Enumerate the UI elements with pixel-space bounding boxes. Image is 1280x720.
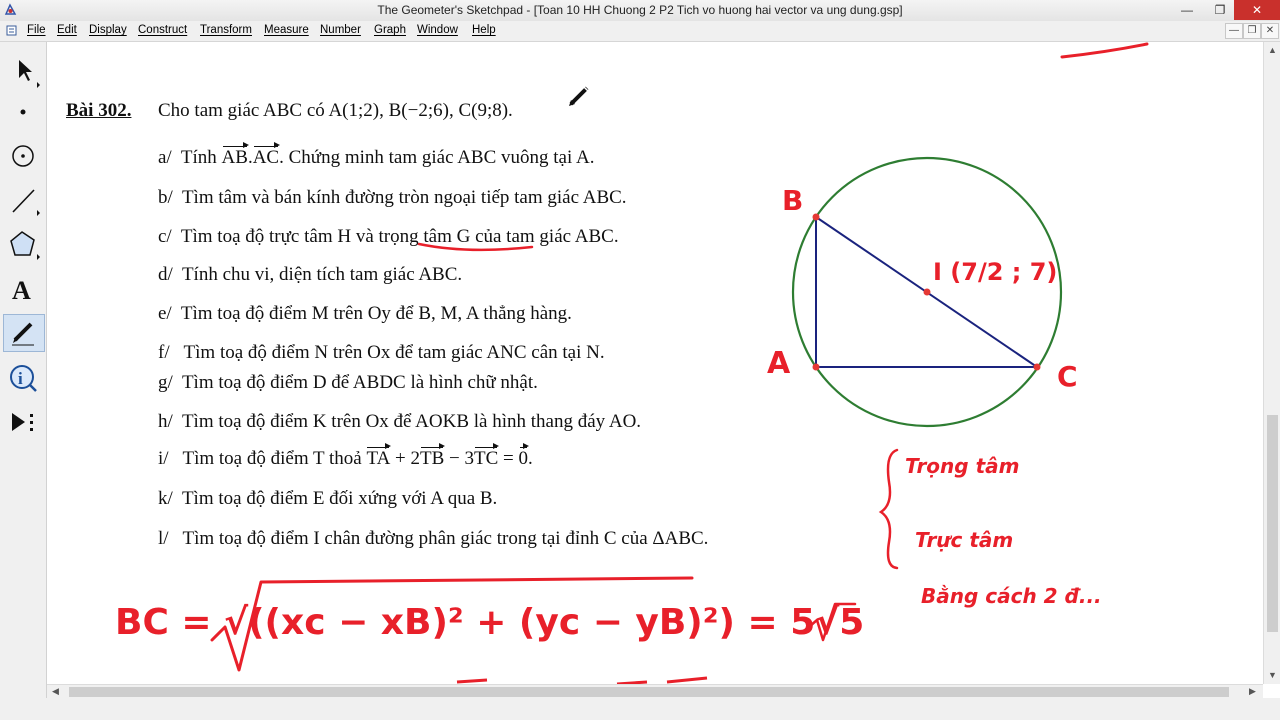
point-i[interactable] [923,288,931,296]
scroll-left-arrow-icon[interactable]: ◀ [52,686,59,697]
formula-bc: BC = √((xc − xB)² + (yc − yB)²) = 5√5 [115,602,865,643]
straightedge-tool[interactable] [3,182,43,218]
polygon-icon [10,231,40,260]
menu-bar: File Edit Display Construct Transform Me… [0,21,1280,42]
horizontal-scroll-thumb[interactable] [69,687,1229,697]
note-truc-tam: Trực tâm [915,528,1014,552]
menu-edit[interactable]: Edit [57,24,77,36]
note-trong-tam: Trọng tâm [905,454,1020,478]
custom-tools-icon [12,413,33,431]
menu-help[interactable]: Help [472,24,496,36]
point-tool[interactable] [3,94,43,130]
menu-construct[interactable]: Construct [138,24,187,36]
svg-text:A: A [12,276,31,305]
close-button[interactable]: ✕ [1234,0,1280,20]
menu-window[interactable]: Window [417,24,458,36]
polygon-tool[interactable] [3,226,43,262]
status-bar [0,698,1280,720]
marker-tool[interactable] [3,314,45,352]
menu-measure[interactable]: Measure [264,24,309,36]
vertical-scroll-thumb[interactable] [1267,415,1278,632]
restore-button[interactable]: ❐ [1205,0,1235,20]
ink-underline [417,242,534,252]
point-c[interactable] [1033,363,1041,371]
scroll-down-arrow-icon[interactable]: ▼ [1268,670,1277,680]
compass-tool[interactable] [3,138,43,174]
pen-cursor [569,85,591,106]
doc-restore-button[interactable]: ❐ [1243,23,1261,39]
text-a-icon: A [12,276,31,305]
compass-icon [12,145,34,167]
ink-brace [878,448,899,570]
label-c: C [1057,360,1078,393]
ink-stroke-top [1060,42,1149,59]
label-a: A [767,346,791,381]
pen-icon [12,322,34,346]
custom-tools[interactable] [3,404,43,440]
doc-minimize-button[interactable]: — [1225,23,1243,39]
scroll-up-arrow-icon[interactable]: ▲ [1268,45,1277,55]
text-tool[interactable]: A [3,270,43,306]
point-b[interactable] [812,213,820,221]
label-center-i: I (7/2 ; 7) [933,258,1058,286]
information-tool[interactable]: i [3,360,43,396]
title-bar: The Geometer's Sketchpad - [Toan 10 HH C… [0,0,1280,22]
vertical-scrollbar[interactable]: ▲ ▼ [1263,42,1280,684]
minimize-button[interactable]: — [1172,0,1202,20]
svg-text:i: i [18,369,23,388]
menu-display[interactable]: Display [89,24,127,36]
label-b: B [782,184,804,217]
sketch-canvas[interactable]: Bài 302. Cho tam giác ABC có A(1;2), B(−… [47,42,1263,684]
window-title: The Geometer's Sketchpad - [Toan 10 HH C… [377,3,903,17]
point-a[interactable] [812,363,820,371]
ink-stroke-bottom-1 [456,678,488,684]
menu-graph[interactable]: Graph [374,24,406,36]
segment-icon [12,189,40,216]
horizontal-scrollbar[interactable]: ◀ ▶ [47,684,1263,699]
doc-close-button[interactable]: ✕ [1261,23,1279,39]
scroll-right-arrow-icon[interactable]: ▶ [1249,686,1256,697]
menu-number[interactable]: Number [320,24,361,36]
menu-transform[interactable]: Transform [200,24,252,36]
info-icon: i [10,365,37,392]
toolbox: A i [0,42,47,698]
note-cach-2: Bằng cách 2 đ... [921,584,1102,608]
point-icon [20,109,26,115]
arrow-select-tool[interactable] [3,54,43,90]
document-icon[interactable] [6,25,17,36]
arrow-icon [19,60,40,88]
menu-file[interactable]: File [27,24,46,36]
